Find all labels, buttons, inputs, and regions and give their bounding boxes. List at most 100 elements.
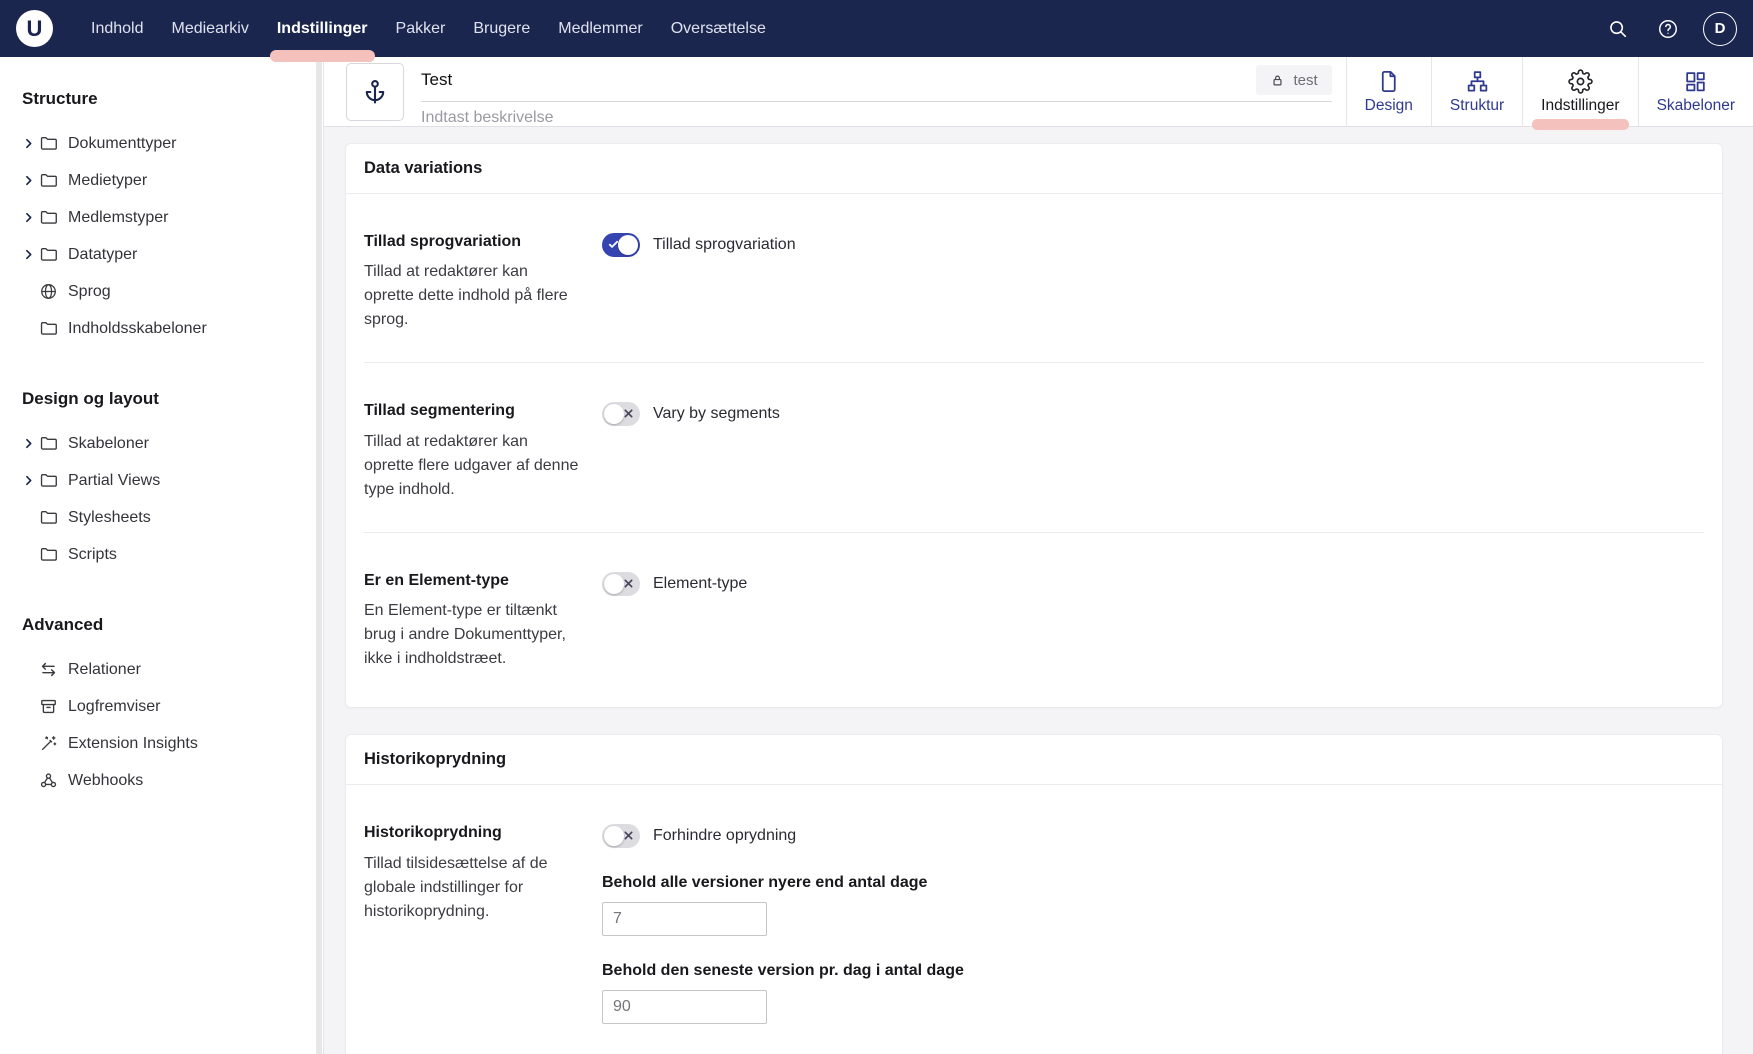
folder-icon (38, 508, 58, 528)
description-input[interactable] (421, 109, 1332, 127)
tree-item-webhooks[interactable]: Webhooks (22, 762, 323, 799)
toggle-knob (604, 404, 624, 424)
tree-section-design-layout: Skabeloner Partial Views Stylesheets (22, 425, 323, 573)
tree-item-label: Partial Views (68, 472, 160, 490)
keep-all-versions-input[interactable] (602, 902, 767, 936)
folder-icon (38, 471, 58, 491)
document-type-icon-picker[interactable] (346, 63, 404, 121)
tree-item-skabeloner[interactable]: Skabeloner (22, 425, 323, 462)
tree-item-indholdsskabeloner[interactable]: Indholdsskabeloner (22, 310, 323, 347)
card-header: Historikoprydning (346, 735, 1722, 785)
property-editor: Element-type (602, 570, 1704, 671)
nav-item-pakker[interactable]: Pakker (382, 0, 460, 57)
field-label: Behold den seneste version pr. dag i ant… (602, 962, 1704, 980)
tab-indstillinger[interactable]: Indstillinger (1522, 57, 1637, 126)
tree-item-datatyper[interactable]: Datatyper (22, 236, 323, 273)
property-label: Historikoprydning (364, 822, 582, 844)
document-type-workspace: test Design (324, 57, 1753, 1054)
tree-item-sprog[interactable]: Sprog (22, 273, 323, 310)
tree-item-label: Medlemstyper (68, 209, 168, 227)
umbraco-backoffice: U Indhold Mediearkiv Indstillinger Pakke… (0, 0, 1753, 1054)
data-variations-card: Data variations Tillad sprogvariation Ti… (345, 143, 1723, 708)
folder-icon (38, 245, 58, 265)
search-icon[interactable] (1603, 14, 1633, 44)
property-label: Tillad segmentering (364, 400, 582, 422)
alias-lock-badge[interactable]: test (1256, 65, 1331, 95)
folder-icon (38, 434, 58, 454)
keep-all-versions-field: Behold alle versioner nyere end antal da… (602, 874, 1704, 936)
keep-latest-version-input[interactable] (602, 990, 767, 1024)
tab-struktur[interactable]: Struktur (1431, 57, 1522, 126)
webhook-icon (38, 771, 58, 791)
property-description: Tillad at redaktører kan oprette flere u… (364, 430, 582, 502)
tree-item-label: Medietyper (68, 172, 147, 190)
toggle-label: Vary by segments (653, 405, 780, 423)
tree-item-extension-insights[interactable]: Extension Insights (22, 725, 323, 762)
chevron-right-icon[interactable] (22, 211, 38, 224)
property-row-sprogvariation: Tillad sprogvariation Tillad at redaktør… (364, 194, 1704, 362)
globe-icon (38, 282, 58, 302)
gear-icon (1568, 69, 1593, 94)
card-rows: Tillad sprogvariation Tillad at redaktør… (346, 194, 1722, 707)
tree-section-title: Design og layout (22, 389, 323, 409)
umbraco-logo-icon[interactable]: U (16, 10, 53, 47)
card-title: Historikoprydning (364, 750, 506, 768)
tree-item-stylesheets[interactable]: Stylesheets (22, 499, 323, 536)
nav-item-label: Indstillinger (277, 20, 368, 38)
tree-item-scripts[interactable]: Scripts (22, 536, 323, 573)
tree-item-label: Indholdsskabeloner (68, 320, 207, 338)
toggle-knob (604, 826, 624, 846)
toggle-label: Tillad sprogvariation (653, 236, 796, 254)
name-input[interactable] (421, 70, 1256, 90)
chevron-right-icon[interactable] (22, 248, 38, 261)
cross-icon (623, 408, 634, 419)
tree-item-medietyper[interactable]: Medietyper (22, 162, 323, 199)
workspace-tabs: Design Struktur Indsti (1346, 57, 1753, 126)
user-avatar[interactable]: D (1703, 12, 1737, 46)
help-icon[interactable] (1653, 14, 1683, 44)
nav-item-oversaettelse[interactable]: Oversættelse (657, 0, 780, 57)
nav-item-indstillinger[interactable]: Indstillinger (263, 0, 382, 57)
settings-content: Data variations Tillad sprogvariation Ti… (324, 127, 1753, 1054)
chevron-right-icon[interactable] (22, 137, 38, 150)
tree-section-title: Structure (22, 89, 323, 109)
tree-item-partial-views[interactable]: Partial Views (22, 462, 323, 499)
property-row-segmentering: Tillad segmentering Tillad at redaktører… (364, 362, 1704, 531)
tree-item-relationer[interactable]: Relationer (22, 651, 323, 688)
property-description: Tillad at redaktører kan oprette dette i… (364, 260, 582, 332)
chevron-right-icon[interactable] (22, 174, 38, 187)
property-label: Er en Element-type (364, 570, 582, 592)
segmentering-toggle[interactable] (602, 402, 640, 426)
sidebar-scrollbar[interactable] (316, 57, 322, 1054)
chevron-right-icon[interactable] (22, 437, 38, 450)
tree-item-label: Sprog (68, 283, 111, 301)
settings-tree-sidebar: Structure Dokumenttyper Medietyper (0, 57, 324, 1054)
element-type-toggle[interactable] (602, 572, 640, 596)
property-row-historikoprydning: Historikoprydning Tillad tilsidesættelse… (364, 785, 1704, 1054)
tree-item-dokumenttyper[interactable]: Dokumenttyper (22, 125, 323, 162)
nav-item-brugere[interactable]: Brugere (459, 0, 544, 57)
tab-design[interactable]: Design (1346, 57, 1431, 126)
toggle-knob (618, 235, 638, 255)
toggle-knob (604, 574, 624, 594)
property-editor: Vary by segments (602, 400, 1704, 501)
tree-section-structure: Dokumenttyper Medietyper Medlemstyper (22, 125, 323, 347)
property-info: Tillad segmentering Tillad at redaktører… (364, 400, 602, 501)
nav-item-indhold[interactable]: Indhold (77, 0, 158, 57)
toggle-label: Forhindre oprydning (653, 827, 796, 845)
sitemap-icon (1465, 69, 1490, 94)
swap-icon (38, 660, 58, 680)
nav-item-mediearkiv[interactable]: Mediearkiv (158, 0, 263, 57)
tab-skabeloner[interactable]: Skabeloner (1638, 57, 1753, 126)
toggle-label: Element-type (653, 575, 747, 593)
name-row: test (421, 65, 1332, 102)
anchor-icon (361, 78, 389, 106)
nav-item-medlemmer[interactable]: Medlemmer (544, 0, 656, 57)
chevron-right-icon[interactable] (22, 474, 38, 487)
tree-item-logfremviser[interactable]: Logfremviser (22, 688, 323, 725)
tree-item-label: Logfremviser (68, 698, 160, 716)
folder-icon (38, 134, 58, 154)
tree-item-medlemstyper[interactable]: Medlemstyper (22, 199, 323, 236)
sprogvariation-toggle[interactable] (602, 233, 640, 257)
forhindre-oprydning-toggle[interactable] (602, 824, 640, 848)
